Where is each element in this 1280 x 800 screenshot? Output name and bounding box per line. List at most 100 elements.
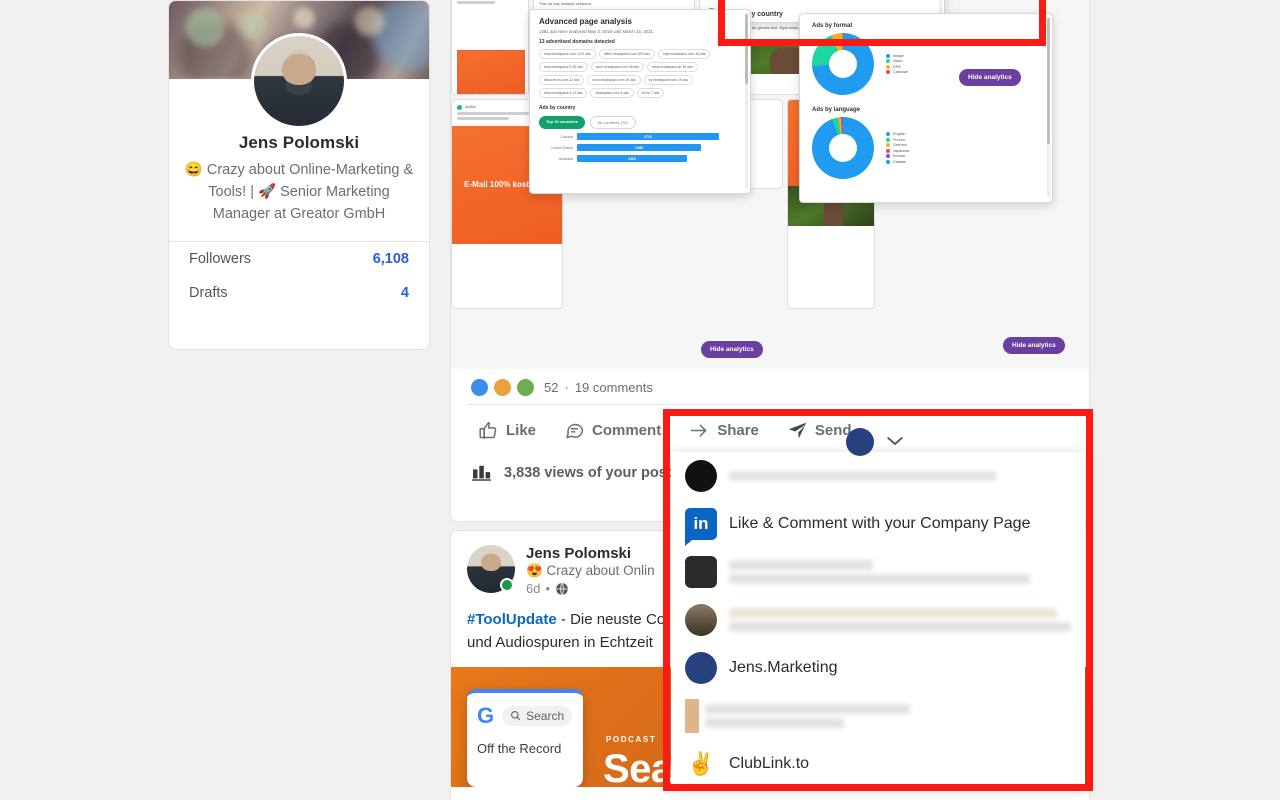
post-image-collage[interactable]: Active Started running on 10 Mar 2021 ID… (451, 0, 1089, 369)
panel-scrollbar-donut[interactable] (1047, 18, 1050, 198)
domain-chip[interactable]: hs.be 7 ads (636, 88, 665, 98)
tab-all-countries[interactable]: All countries (79) (589, 116, 636, 129)
ad-card-1 (451, 0, 529, 95)
tab-top-countries[interactable]: Top 10 countries (539, 116, 585, 129)
post-two-text-line1: - Die neuste Co (556, 611, 666, 628)
country-bar-row: Canada 1710 (539, 133, 741, 140)
dropdown-item-redacted-0[interactable] (671, 452, 1085, 500)
dropdown-item-label: Jens.Marketing (729, 659, 838, 676)
search-input[interactable]: Search (502, 705, 573, 726)
avatar[interactable] (251, 33, 347, 129)
domain-chip[interactable]: www.headspace.com 1129 ads (539, 49, 596, 59)
insight-reaction-icon (494, 379, 511, 396)
followers-value: 6,108 (372, 251, 409, 268)
google-logo-icon: G (477, 702, 495, 728)
stat-row-drafts[interactable]: Drafts 4 (169, 276, 429, 310)
dropdown-item-label: Like & Comment with your Company Page (729, 515, 1031, 532)
post-actions: Like Comment Share Send (451, 405, 1089, 456)
redacted-label (729, 608, 1071, 632)
hide-analytics-button-1[interactable]: Hide analytics (959, 69, 1021, 86)
google-card-subtitle: Off the Record (477, 740, 562, 756)
reaction-count: 52 (544, 380, 559, 395)
domain-chip[interactable]: discover.hs.com 22 ads (539, 75, 585, 85)
dropdown-item-redacted-3[interactable] (671, 596, 1085, 644)
country-bar-label: Australia (559, 156, 573, 161)
redacted-label (729, 560, 1071, 584)
domain-chip[interactable]: work.headspace.com 19 ads (587, 75, 641, 85)
country-bar-row: United States 1489 (539, 144, 741, 151)
domain-chip[interactable]: headspace.com 4 ads (590, 88, 634, 98)
comment-label: Comment (592, 422, 662, 439)
country-bar-value: 1302 (577, 155, 687, 162)
reaction-summary-row[interactable]: 52 · 19 comments (451, 369, 1089, 404)
like-reaction-icon (471, 379, 488, 396)
domain-chip[interactable]: work.headspace.com 48 ads (590, 62, 644, 72)
hide-analytics-button-3[interactable]: Hide analytics (1003, 337, 1065, 354)
google-search-row: G Search (477, 702, 573, 728)
ads-by-format-donut (812, 33, 874, 95)
analytics-donut-panel: Ads by format Image Video DPA Carousel A… (799, 13, 1053, 203)
comment-bubble-icon (566, 423, 584, 439)
domain-chip[interactable]: offers.headspace.com 893 ads (598, 49, 655, 59)
post-views-text: 3,838 views of your post (504, 465, 672, 481)
legend-label: Carousel (893, 70, 909, 75)
selected-company-avatar[interactable] (846, 428, 874, 456)
dark-rounded-logo-icon (685, 556, 717, 588)
dropdown-item-redacted-2[interactable] (671, 548, 1085, 596)
followers-label: Followers (189, 251, 252, 268)
globe-icon (556, 582, 568, 595)
post-card-one: Active Started running on 10 Mar 2021 ID… (450, 0, 1090, 522)
send-paperplane-icon (788, 422, 807, 439)
hide-analytics-button-2[interactable]: Hide analytics (701, 341, 763, 358)
meta-separator: • (545, 581, 551, 596)
post-two-author-name[interactable]: Jens Polomski (526, 545, 655, 562)
legend-label: French (893, 137, 905, 142)
domain-chip[interactable]: try.headspace.com 15 ads (643, 75, 694, 85)
drafts-value: 4 (400, 285, 409, 302)
comment-button[interactable]: Comment (553, 413, 672, 448)
like-label: Like (506, 422, 537, 439)
drafts-label: Drafts (189, 285, 228, 302)
legend-label: English (893, 132, 906, 137)
legend-label: Video (893, 59, 903, 64)
growth-club-logo-icon (685, 460, 717, 492)
redacted-label (729, 471, 1071, 481)
dropdown-item-clublink[interactable]: ✌️ ClubLink.to (671, 740, 1085, 788)
country-bar-value: 1489 (577, 144, 701, 151)
panel-scrollbar-analysis[interactable] (745, 14, 748, 189)
search-placeholder: Search (526, 708, 565, 723)
dropdown-item-redacted-5[interactable] (671, 692, 1085, 740)
domain-chip[interactable]: www.headspace.fr 95 ads (539, 62, 588, 72)
jens-marketing-avatar (685, 652, 717, 684)
google-search-card: G Search Off the Record (467, 688, 583, 787)
country-bar-row: Australia 1302 (539, 155, 741, 162)
ads-by-language-legend: English French German Japanese Korean Ca… (886, 131, 909, 166)
profile-name: Jens Polomski (238, 133, 360, 152)
post-two-text-line2: und Audiospuren in Echtzeit (467, 634, 653, 652)
share-button[interactable]: Share (678, 413, 770, 448)
legend-label: Korean (893, 154, 906, 159)
domain-chip[interactable]: www.headspace.de 36 ads (647, 62, 698, 72)
post-two-avatar[interactable] (467, 545, 515, 593)
domain-chip[interactable]: help.headspace.com 46 ads (658, 49, 711, 59)
online-status-indicator (500, 578, 514, 592)
bar-chart-icon (472, 465, 491, 481)
dropdown-item-company-page[interactable]: in Like & Comment with your Company Page (671, 500, 1085, 548)
avatar-image (254, 36, 344, 126)
analysis-country-header: Ads by country (539, 105, 576, 111)
domain-chip[interactable]: www.headspace.it 13 ads (539, 88, 588, 98)
like-button[interactable]: Like (467, 413, 547, 448)
dropdown-item-jens-marketing[interactable]: Jens.Marketing (671, 644, 1085, 692)
ads-by-language-donut (812, 117, 874, 179)
comment-count[interactable]: 19 comments (575, 380, 653, 395)
analysis-subtitle: 1281 ads were analysed May 3, 2018 until… (539, 29, 655, 34)
stat-row-followers[interactable]: Followers 6,108 (169, 242, 429, 276)
share-arrow-icon (691, 424, 707, 437)
company-page-dropdown: in Like & Comment with your Company Page… (671, 452, 1085, 788)
post-two-hashtag[interactable]: #ToolUpdate (467, 611, 557, 628)
advanced-page-analysis-panel: Advanced page analysis 1281 ads were ana… (529, 9, 751, 194)
chevron-down-icon[interactable] (886, 435, 904, 447)
legend-label: German (893, 143, 907, 148)
magnifier-icon (511, 711, 521, 721)
profile-card: Jens Polomski 😄 Crazy about Online-Marke… (168, 0, 430, 350)
